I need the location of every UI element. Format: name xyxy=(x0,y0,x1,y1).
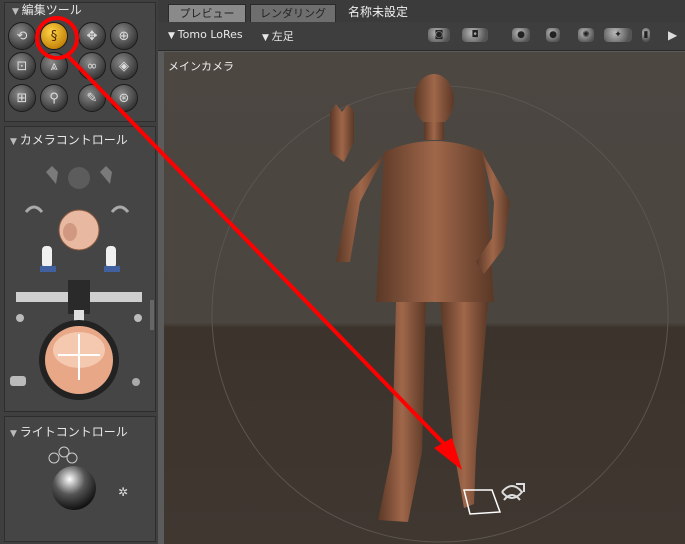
left-hand-camera-icon[interactable] xyxy=(40,246,56,272)
render-style-icon[interactable]: ● xyxy=(512,28,530,42)
right-hand-camera-icon[interactable] xyxy=(104,246,120,272)
edit-tools-title: 編集ツール xyxy=(12,1,82,18)
light-indicator-icon[interactable] xyxy=(48,446,78,464)
tab-preview[interactable]: プレビュー xyxy=(168,4,246,23)
display-style-icon[interactable]: ● xyxy=(546,28,560,42)
camera-dot-icon[interactable] xyxy=(132,378,140,386)
light-display-icon[interactable]: ✦ xyxy=(604,28,632,42)
document-toolbar: Tomo LoRes 左足 ◙ ◘ ● ● ✺ ✦ ▮ ▶ xyxy=(158,22,685,51)
color-tool-icon[interactable]: ◈ xyxy=(110,52,138,80)
morph-brush-tool-icon[interactable]: ✎ xyxy=(78,84,106,112)
figure-select-dropdown[interactable]: Tomo LoRes xyxy=(168,28,243,41)
face-camera-icon[interactable] xyxy=(46,166,112,189)
pose-camera-head-icon[interactable] xyxy=(58,209,100,251)
viewport-scene[interactable] xyxy=(164,52,685,544)
camera-dot-icon[interactable] xyxy=(16,314,24,322)
twist-manipulator-icon[interactable] xyxy=(501,483,525,501)
expand-arrow-icon[interactable]: ▶ xyxy=(668,28,677,42)
view-magnifier-tool-icon[interactable]: ⚲ xyxy=(40,84,68,112)
left-panel: 編集ツール ⟲§ ✥⊕ ⊡⩓ ∞◈ ⊞⚲ ✎⊛ カメラコントロール xyxy=(0,0,158,544)
camera-controls-title[interactable]: カメラコントロール xyxy=(10,131,128,148)
camera-small-icon[interactable] xyxy=(10,376,26,386)
chain-break-tool-icon[interactable]: ∞ xyxy=(78,52,106,80)
light-controls-title[interactable]: ライトコントロール xyxy=(10,423,128,440)
tab-bar: プレビュー レンダリング 名称未設定 xyxy=(158,0,685,23)
camera-controls-widget[interactable] xyxy=(6,150,152,406)
figure-model[interactable] xyxy=(330,74,510,522)
light-sun-icon[interactable]: ✲ xyxy=(118,485,128,499)
options-icon[interactable]: ▮ xyxy=(642,28,650,42)
translate-in-out-tool-icon[interactable]: ⊕ xyxy=(110,22,138,50)
twist-tool-icon[interactable]: § xyxy=(40,22,68,50)
tab-render[interactable]: レンダリング xyxy=(250,4,336,23)
camera-dot-icon[interactable] xyxy=(134,314,142,322)
trackball-icon[interactable] xyxy=(39,320,119,400)
3d-viewport[interactable]: メインカメラ xyxy=(164,52,685,544)
light-sphere-icon[interactable] xyxy=(52,466,96,510)
part-select-dropdown[interactable]: 左足 xyxy=(262,28,294,44)
scale-tool-icon[interactable]: ⊡ xyxy=(8,52,36,80)
panel-scroll-handle[interactable] xyxy=(150,300,154,330)
grouping-tool-icon[interactable]: ⊞ xyxy=(8,84,36,112)
taper-tool-icon[interactable]: ⩓ xyxy=(40,52,68,80)
camera-icon[interactable]: ◙ xyxy=(428,28,450,42)
rotate-tool-icon[interactable]: ⟲ xyxy=(8,22,36,50)
direct-manipulation-tool-icon[interactable]: ⊛ xyxy=(110,84,138,112)
document-title: 名称未設定 xyxy=(348,5,409,19)
document-window: プレビュー レンダリング 名称未設定 Tomo LoRes 左足 ◙ ◘ ● ●… xyxy=(158,0,685,544)
light-controls-widget[interactable]: ✲ xyxy=(40,444,140,516)
translate-tool-icon[interactable]: ✥ xyxy=(78,22,106,50)
copy-camera-icon[interactable]: ◘ xyxy=(462,28,488,42)
display-mode-icon[interactable]: ✺ xyxy=(578,28,594,42)
